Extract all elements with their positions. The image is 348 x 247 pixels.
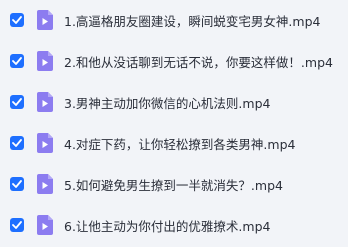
file-row[interactable]: 3.男神主动加你微信的心机法则.mp4 (0, 83, 348, 121)
file-row[interactable]: 4.对症下药，让你轻松撩到各类男神.mp4 (0, 124, 348, 162)
video-file-icon (37, 10, 53, 30)
file-name[interactable]: 3.男神主动加你微信的心机法则.mp4 (64, 93, 344, 112)
video-file-icon (37, 174, 53, 194)
video-file-icon (37, 133, 53, 153)
checkbox-checked-icon[interactable] (10, 136, 24, 150)
file-row[interactable]: 2.和他从没话聊到无话不说，你要这样做！.mp4 (0, 42, 348, 80)
checkbox-checked-icon[interactable] (10, 54, 24, 68)
file-list: 1.高逼格朋友圈建设，瞬间蜕变宅男女神.mp4 2.和他从没话聊到无话不说，你要… (0, 0, 348, 247)
file-name[interactable]: 1.高逼格朋友圈建设，瞬间蜕变宅男女神.mp4 (64, 11, 344, 30)
checkbox-checked-icon[interactable] (10, 95, 24, 109)
checkbox-checked-icon[interactable] (10, 177, 24, 191)
file-name[interactable]: 6.让他主动为你付出的优雅撩术.mp4 (64, 216, 344, 235)
file-name[interactable]: 5.如何避免男生撩到一半就消失？.mp4 (64, 175, 344, 194)
checkbox-checked-icon[interactable] (10, 218, 24, 232)
file-row[interactable]: 5.如何避免男生撩到一半就消失？.mp4 (0, 165, 348, 203)
file-row[interactable]: 6.让他主动为你付出的优雅撩术.mp4 (0, 206, 348, 244)
video-file-icon (37, 215, 53, 235)
file-name[interactable]: 4.对症下药，让你轻松撩到各类男神.mp4 (64, 134, 344, 153)
file-name[interactable]: 2.和他从没话聊到无话不说，你要这样做！.mp4 (64, 52, 344, 71)
checkbox-checked-icon[interactable] (10, 13, 24, 27)
video-file-icon (37, 92, 53, 112)
video-file-icon (37, 51, 53, 71)
file-row[interactable]: 1.高逼格朋友圈建设，瞬间蜕变宅男女神.mp4 (0, 1, 348, 39)
